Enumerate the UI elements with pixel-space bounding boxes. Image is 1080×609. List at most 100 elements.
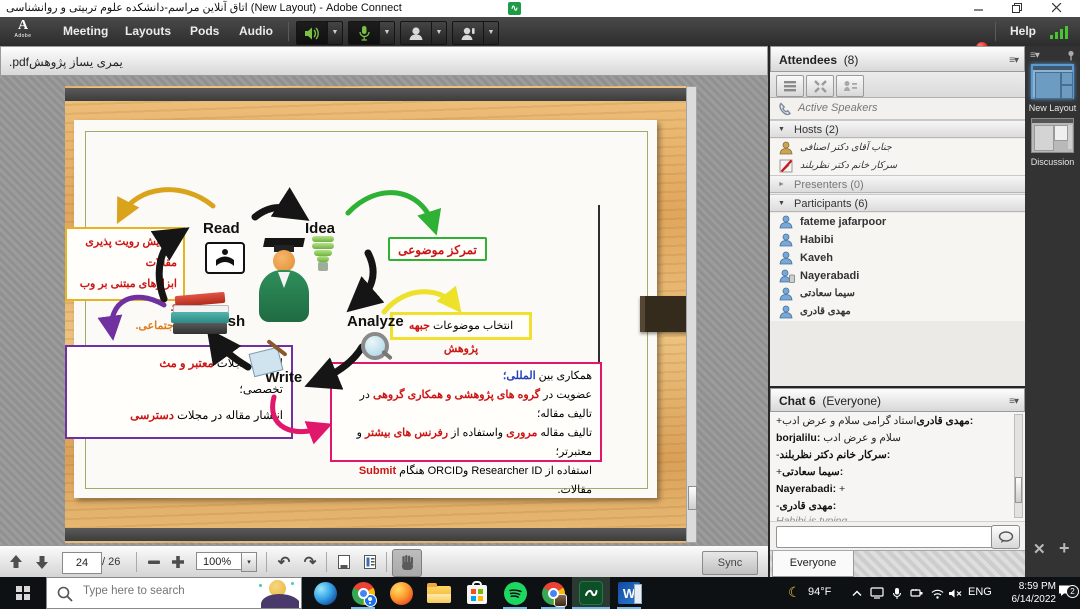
breakout-view-button[interactable] <box>806 75 834 97</box>
rotate-right-button[interactable]: ↷ <box>300 552 320 572</box>
zoom-level[interactable]: 100% <box>196 552 242 570</box>
hand-icon <box>399 554 416 572</box>
fit-page-button[interactable] <box>334 552 354 572</box>
microphone-tray-icon[interactable] <box>889 585 905 601</box>
publish-books-icon <box>171 292 231 336</box>
phone-icon <box>778 102 793 117</box>
clock[interactable]: 8:59 PM6/14/2022 <box>1000 577 1056 609</box>
rotate-left-button[interactable]: ↶ <box>274 552 294 572</box>
menu-audio[interactable]: Audio <box>226 17 286 46</box>
previous-page-button[interactable] <box>6 552 26 572</box>
taskbar-chrome-icon[interactable] <box>344 577 382 609</box>
zoom-dropdown[interactable]: ▾ <box>241 552 257 572</box>
next-page-button[interactable] <box>32 552 52 572</box>
weather-widget[interactable]: ☾ 94°F <box>788 577 848 609</box>
menu-layouts[interactable]: Layouts <box>112 17 184 46</box>
tab-everyone[interactable]: Everyone <box>772 551 854 577</box>
scrollbar-thumb[interactable] <box>688 486 697 510</box>
expand-triangle-icon: ► <box>778 181 785 188</box>
page-number-input[interactable] <box>62 552 102 574</box>
pin-icon[interactable] <box>1066 50 1076 61</box>
volume-muted-tray-icon[interactable] <box>947 585 963 601</box>
list-view-button[interactable] <box>776 75 804 97</box>
taskbar-spotify-icon[interactable] <box>496 577 534 609</box>
chat-title: Chat 6 <box>779 394 816 408</box>
zoom-in-button[interactable] <box>168 552 188 572</box>
adobe-connect-app-icon: ∿ <box>508 2 521 15</box>
taskbar-word-icon[interactable]: W <box>610 577 648 609</box>
chat-message: -سرکار خانم دکتر نظربلند <box>776 448 1019 463</box>
fit-width-button[interactable] <box>360 552 380 572</box>
menu-pods[interactable]: Pods <box>177 17 232 46</box>
microphone-dropdown[interactable]: ▼ <box>380 21 395 45</box>
webcam-control: ▼ <box>400 21 447 43</box>
layout-bar-menu-button[interactable]: ≡▾ <box>1030 50 1039 61</box>
presenters-section-header[interactable]: ► Presenters (0) <box>770 175 1025 193</box>
windows-logo-icon <box>16 586 30 600</box>
speaker-dropdown[interactable]: ▼ <box>328 21 343 45</box>
share-pod-content: افزایش رویت پذیری مقالات ابزارهای مبتنی … <box>0 76 768 545</box>
webcam-button[interactable] <box>400 21 432 45</box>
hosts-section-header[interactable]: ▼ Hosts (2) <box>770 120 1025 138</box>
taskbar-edge-icon[interactable] <box>306 577 344 609</box>
participant-icon <box>779 233 793 247</box>
taskbar-firefox-icon[interactable] <box>382 577 420 609</box>
search-input[interactable] <box>81 584 245 598</box>
taskbar-search[interactable] <box>46 577 302 609</box>
layout-options-button[interactable]: ✕ <box>1033 540 1046 558</box>
add-layout-button[interactable]: + <box>1059 538 1070 559</box>
zoom-out-button[interactable] <box>144 552 164 572</box>
attendee-row-host-2[interactable]: سرکار خانم دکتر نظربلند <box>770 157 1025 175</box>
page-total: / 26 <box>102 556 120 568</box>
hidden-icons-chevron[interactable] <box>849 585 865 601</box>
attendee-row-participant[interactable]: fateme jafarpoor <box>770 213 1025 231</box>
attendee-row-participant[interactable]: Nayerabadi <box>770 267 1025 285</box>
attendees-pod-menu-button[interactable]: ≡▾ <box>1009 55 1018 66</box>
network-tray-icon[interactable] <box>929 585 945 601</box>
webcam-icon <box>408 26 424 41</box>
hand-tool-button[interactable] <box>392 549 422 577</box>
taskbar-store-icon[interactable] <box>458 577 496 609</box>
typing-indicator: Habibi is typing... <box>776 515 1019 522</box>
send-message-button[interactable] <box>991 525 1020 549</box>
scrollbar-thumb[interactable] <box>1015 477 1022 503</box>
sync-button[interactable]: Sync <box>702 551 758 575</box>
maximize-button[interactable] <box>1000 0 1034 16</box>
chat-message: +سیما سعادتی <box>776 465 1019 480</box>
taskbar-chrome2-icon[interactable] <box>534 577 572 609</box>
start-button[interactable] <box>0 577 46 609</box>
attendee-row-participant[interactable]: سیما سعادتی <box>770 285 1025 303</box>
language-indicator[interactable]: ENG <box>968 577 998 609</box>
document-controls: / 26 100% ▾ ↶ ↷ Sync <box>0 545 768 578</box>
menu-help[interactable]: Help <box>1002 17 1044 46</box>
taskbar-file-explorer-icon[interactable] <box>420 577 458 609</box>
notification-center[interactable]: 2 <box>1058 577 1080 609</box>
participants-section-header[interactable]: ▼ Participants (6) <box>770 194 1025 212</box>
idea-bulb-icon <box>310 236 336 276</box>
attendee-row-participant[interactable]: Kaveh <box>770 249 1025 267</box>
attendee-row-host-1[interactable]: جناب آقای دکتر اصنافی <box>770 139 1025 157</box>
chat-scrollbar[interactable] <box>1014 414 1023 518</box>
search-illustration <box>255 578 299 608</box>
menubar: A Adobe Meeting Layouts Pods Audio ▼ ▼ ▼… <box>0 17 1080 47</box>
minimize-button[interactable] <box>962 0 996 16</box>
display-tray-icon[interactable] <box>869 585 885 601</box>
share-vertical-scrollbar[interactable] <box>686 86 697 543</box>
close-button[interactable] <box>1040 0 1074 16</box>
webcam-dropdown[interactable]: ▼ <box>432 21 447 45</box>
taskbar-adobe-connect-icon[interactable] <box>572 577 610 609</box>
chat-input[interactable] <box>776 526 996 548</box>
status-view-button[interactable] <box>836 75 864 97</box>
status-dropdown[interactable]: ▼ <box>484 21 499 45</box>
layout-discussion[interactable] <box>1031 118 1074 153</box>
menu-meeting[interactable]: Meeting <box>50 17 121 46</box>
chat-pod-menu-button[interactable]: ≡▾ <box>1009 396 1018 407</box>
speaker-button[interactable] <box>296 21 328 45</box>
connection-status-icon[interactable] <box>1050 25 1072 39</box>
attendee-row-participant[interactable]: Habibi <box>770 231 1025 249</box>
attendee-row-participant[interactable]: مهدی قادری <box>770 303 1025 321</box>
raise-hand-button[interactable] <box>452 21 484 45</box>
layout-new-layout[interactable] <box>1031 64 1074 99</box>
microphone-button[interactable] <box>348 21 380 45</box>
power-tray-icon[interactable] <box>909 585 925 601</box>
